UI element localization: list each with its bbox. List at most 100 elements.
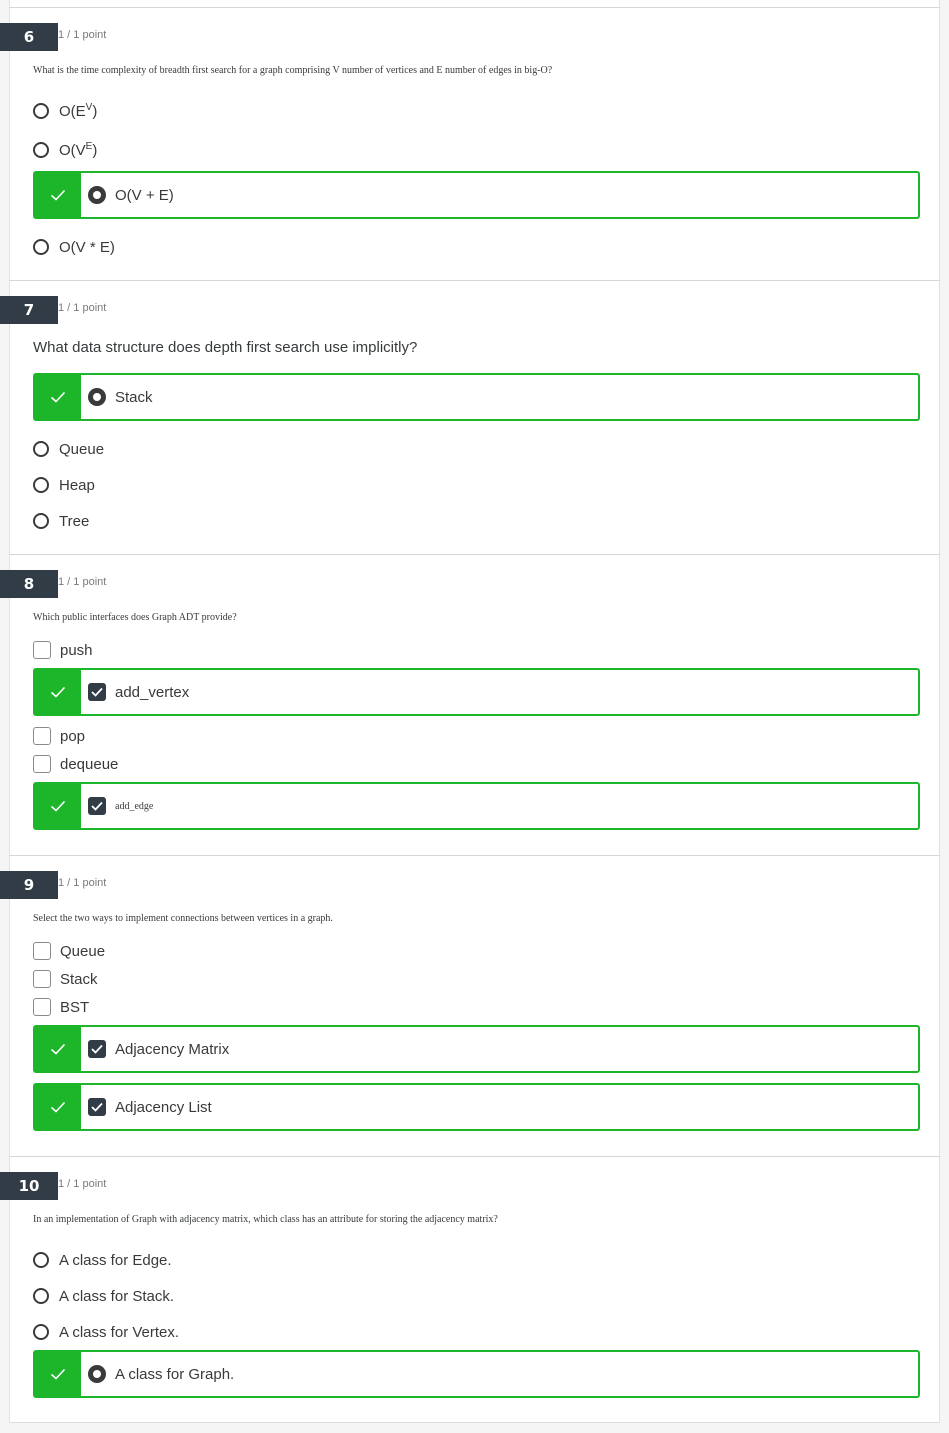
radio-unselected-icon[interactable] bbox=[33, 1288, 49, 1304]
question-7: 7 1 / 1 point What data structure does d… bbox=[0, 280, 940, 554]
checkbox-unchecked-icon[interactable] bbox=[33, 641, 51, 659]
question-prompt: Which public interfaces does Graph ADT p… bbox=[33, 612, 237, 623]
radio-unselected-icon[interactable] bbox=[33, 477, 49, 493]
option-radio[interactable]: O(V * E) bbox=[33, 234, 115, 260]
question-8: 8 1 / 1 point Which public interfaces do… bbox=[0, 554, 940, 855]
option-label: A class for Graph. bbox=[115, 1365, 235, 1383]
option-radio[interactable]: O(VE) bbox=[33, 137, 97, 163]
question-prompt: What data structure does depth first sea… bbox=[33, 339, 418, 356]
option-label: Heap bbox=[59, 476, 95, 494]
correct-indicator bbox=[35, 670, 81, 714]
radio-unselected-icon[interactable] bbox=[33, 142, 49, 158]
option-correct[interactable]: Adjacency Matrix bbox=[33, 1025, 920, 1073]
option-label: push bbox=[60, 641, 93, 659]
question-points: 1 / 1 point bbox=[58, 576, 107, 588]
correct-indicator bbox=[35, 1085, 81, 1129]
option-label: O(V + E) bbox=[115, 186, 174, 204]
option-label: Adjacency Matrix bbox=[115, 1040, 230, 1058]
option-checkbox[interactable]: push bbox=[33, 637, 93, 663]
option-correct[interactable]: Adjacency List bbox=[33, 1083, 920, 1131]
option-radio[interactable]: A class for Edge. bbox=[33, 1247, 172, 1273]
question-number: 7 bbox=[0, 296, 58, 324]
option-checkbox[interactable]: Queue bbox=[33, 938, 105, 964]
question-number: 8 bbox=[0, 570, 58, 598]
option-radio[interactable]: O(EV) bbox=[33, 98, 97, 124]
option-checkbox[interactable]: dequeue bbox=[33, 751, 118, 777]
radio-unselected-icon[interactable] bbox=[33, 1324, 49, 1340]
check-mark-icon bbox=[50, 1368, 66, 1380]
check-mark-icon bbox=[50, 686, 66, 698]
option-correct[interactable]: add_edge bbox=[33, 782, 920, 830]
check-mark-icon bbox=[50, 189, 66, 201]
checkbox-checked-icon[interactable] bbox=[88, 683, 106, 701]
option-label: add_edge bbox=[115, 800, 154, 812]
question-points: 1 / 1 point bbox=[58, 29, 107, 41]
check-mark-icon bbox=[50, 1043, 66, 1055]
option-correct[interactable]: add_vertex bbox=[33, 668, 920, 716]
option-checkbox[interactable]: pop bbox=[33, 723, 85, 749]
checkbox-checked-icon[interactable] bbox=[88, 797, 106, 815]
option-checkbox[interactable]: BST bbox=[33, 994, 89, 1020]
option-radio[interactable]: Tree bbox=[33, 508, 89, 534]
question-10: 10 1 / 1 point In an implementation of G… bbox=[0, 1156, 940, 1423]
option-label: O(VE) bbox=[59, 141, 98, 159]
checkbox-unchecked-icon[interactable] bbox=[33, 998, 51, 1016]
check-mark-icon bbox=[50, 800, 66, 812]
option-label: Adjacency List bbox=[115, 1098, 212, 1116]
radio-selected-icon[interactable] bbox=[88, 186, 106, 204]
radio-unselected-icon[interactable] bbox=[33, 513, 49, 529]
question-points: 1 / 1 point bbox=[58, 302, 107, 314]
checkbox-checked-icon[interactable] bbox=[88, 1098, 106, 1116]
question-prompt: In an implementation of Graph with adjac… bbox=[33, 1214, 498, 1225]
option-correct[interactable]: A class for Graph. bbox=[33, 1350, 920, 1398]
option-label: pop bbox=[60, 727, 86, 745]
radio-unselected-icon[interactable] bbox=[33, 103, 49, 119]
correct-indicator bbox=[35, 784, 81, 828]
option-radio[interactable]: Heap bbox=[33, 472, 95, 498]
check-mark-icon bbox=[50, 391, 66, 403]
option-label: Queue bbox=[60, 942, 106, 960]
option-label: add_vertex bbox=[115, 683, 190, 701]
correct-indicator bbox=[35, 1352, 81, 1396]
option-label: Stack bbox=[60, 970, 98, 988]
correct-indicator bbox=[35, 375, 81, 419]
option-label: Queue bbox=[59, 440, 105, 458]
option-checkbox[interactable]: Stack bbox=[33, 966, 98, 992]
question-number: 9 bbox=[0, 871, 58, 899]
checkbox-unchecked-icon[interactable] bbox=[33, 727, 51, 745]
option-label: A class for Edge. bbox=[59, 1251, 172, 1269]
option-label: O(V * E) bbox=[59, 238, 115, 256]
radio-selected-icon[interactable] bbox=[88, 1365, 106, 1383]
checkbox-unchecked-icon[interactable] bbox=[33, 970, 51, 988]
option-label: O(EV) bbox=[59, 102, 98, 120]
option-radio[interactable]: A class for Vertex. bbox=[33, 1319, 179, 1345]
question-9: 9 1 / 1 point Select the two ways to imp… bbox=[0, 855, 940, 1156]
option-label: dequeue bbox=[60, 755, 119, 773]
radio-selected-icon[interactable] bbox=[88, 388, 106, 406]
correct-indicator bbox=[35, 173, 81, 217]
checkbox-unchecked-icon[interactable] bbox=[33, 942, 51, 960]
question-number: 6 bbox=[0, 23, 58, 51]
question-points: 1 / 1 point bbox=[58, 877, 107, 889]
question-points: 1 / 1 point bbox=[58, 1178, 107, 1190]
correct-indicator bbox=[35, 1027, 81, 1071]
option-correct[interactable]: Stack bbox=[33, 373, 920, 421]
radio-unselected-icon[interactable] bbox=[33, 441, 49, 457]
option-correct[interactable]: O(V + E) bbox=[33, 171, 920, 219]
question-prompt: What is the time complexity of breadth f… bbox=[33, 65, 553, 76]
question-number: 10 bbox=[0, 1172, 58, 1200]
check-mark-icon bbox=[50, 1101, 66, 1113]
radio-unselected-icon[interactable] bbox=[33, 1252, 49, 1268]
option-label: A class for Vertex. bbox=[59, 1323, 180, 1341]
option-radio[interactable]: A class for Stack. bbox=[33, 1283, 174, 1309]
question-prompt: Select the two ways to implement connect… bbox=[33, 913, 333, 924]
option-radio[interactable]: Queue bbox=[33, 436, 104, 462]
option-label: BST bbox=[60, 998, 90, 1016]
checkbox-checked-icon[interactable] bbox=[88, 1040, 106, 1058]
question-6: 6 1 / 1 point What is the time complexit… bbox=[0, 7, 940, 280]
option-label: A class for Stack. bbox=[59, 1287, 175, 1305]
option-label: Tree bbox=[59, 512, 90, 530]
checkbox-unchecked-icon[interactable] bbox=[33, 755, 51, 773]
radio-unselected-icon[interactable] bbox=[33, 239, 49, 255]
option-label: Stack bbox=[115, 388, 153, 406]
